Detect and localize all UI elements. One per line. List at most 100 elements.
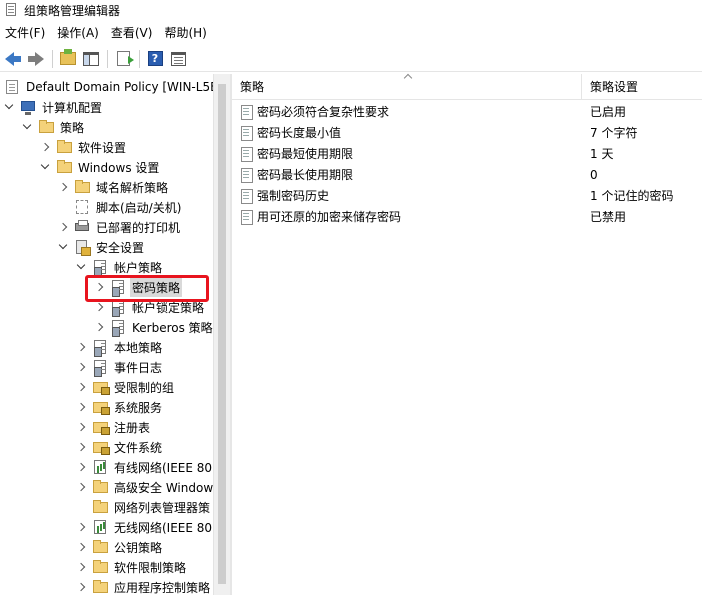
policy-value: 1 个记住的密码: [590, 189, 674, 203]
chevron-right-icon[interactable]: [58, 217, 68, 237]
console-tree-icon: [83, 51, 99, 66]
details-pane: 策略 策略设置 密码必须符合复杂性要求 已启用 密码长度最小值 7 个字符 密码…: [232, 73, 702, 595]
column-header-policy[interactable]: 策略: [232, 73, 582, 100]
toolbar-separator: [52, 49, 53, 68]
locked-folder-icon: [92, 419, 110, 435]
gpo-editor-icon: [4, 3, 18, 17]
folder-icon: [92, 499, 108, 515]
tree-node-label: 域名解析策略: [96, 180, 169, 195]
tree-node-network-list-manager[interactable]: 网络列表管理器策: [76, 497, 212, 517]
tree-node-label: 本地策略: [114, 340, 163, 355]
title-bar: 组策略管理编辑器: [0, 0, 702, 20]
tree-node-local-policies[interactable]: 本地策略: [76, 337, 164, 357]
tree-node-account-policies[interactable]: 帐户策略: [76, 257, 164, 277]
tree-node-label: Default Domain Policy [WIN-L5BI: [26, 80, 213, 94]
chevron-down-icon[interactable]: [76, 257, 86, 277]
chevron-right-icon[interactable]: [76, 357, 86, 377]
forward-button[interactable]: [25, 48, 47, 70]
tree-node-event-log[interactable]: 事件日志: [76, 357, 164, 377]
folder-icon: [56, 139, 72, 155]
tree-node-label: 应用程序控制策略: [114, 580, 211, 595]
chevron-right-icon[interactable]: [76, 417, 86, 437]
chevron-right-icon[interactable]: [76, 577, 86, 595]
chevron-right-icon[interactable]: [76, 517, 86, 537]
chevron-right-icon[interactable]: [76, 437, 86, 457]
toolbar-separator: [139, 49, 140, 68]
tree-node-system-services[interactable]: 系统服务: [76, 397, 164, 417]
tree-node-registry[interactable]: 注册表: [76, 417, 152, 437]
tree-node-label: 计算机配置: [42, 100, 103, 115]
policy-icon: [92, 339, 108, 357]
tree-node-label: 有线网络(IEEE 80: [114, 460, 213, 475]
menu-file[interactable]: 文件(F): [0, 23, 51, 43]
tree-node-label: 无线网络(IEEE 80: [114, 520, 213, 535]
policy-row[interactable]: 密码必须符合复杂性要求 已启用: [232, 101, 702, 122]
chevron-right-icon[interactable]: [76, 477, 86, 497]
chevron-right-icon[interactable]: [40, 137, 50, 157]
tree-node-name-resolution[interactable]: 域名解析策略: [58, 177, 170, 197]
policy-name: 用可还原的加密来储存密码: [257, 210, 402, 224]
locked-folder-icon: [92, 439, 110, 455]
tree-node-software-restriction[interactable]: 软件限制策略: [76, 557, 188, 577]
help-button[interactable]: ?: [144, 48, 166, 70]
chevron-down-icon[interactable]: [4, 97, 14, 117]
tree-node-policies[interactable]: 策略: [22, 117, 86, 137]
tree-node-advanced-firewall[interactable]: 高级安全 Window: [76, 477, 213, 497]
tree-scrollbar[interactable]: [213, 74, 230, 595]
show-hide-tree-button[interactable]: [80, 48, 102, 70]
chevron-right-icon[interactable]: [94, 317, 104, 337]
chevron-right-icon[interactable]: [76, 557, 86, 577]
tree-node-file-system[interactable]: 文件系统: [76, 437, 164, 457]
policy-icon: [92, 259, 108, 277]
chevron-right-icon[interactable]: [76, 397, 86, 417]
tree-node-label: 帐户策略: [114, 260, 163, 275]
tree-node-gpo-root[interactable]: Default Domain Policy [WIN-L5BI: [4, 77, 213, 97]
chevron-right-icon[interactable]: [76, 337, 86, 357]
tree-node-scripts[interactable]: 脚本(启动/关机): [58, 197, 183, 217]
security-icon: [74, 239, 91, 256]
policy-row[interactable]: 密码最长使用期限 0: [232, 164, 702, 185]
chevron-down-icon[interactable]: [58, 237, 68, 257]
printer-icon: [74, 219, 90, 235]
tree-node-computer-config[interactable]: 计算机配置: [4, 97, 104, 117]
network-icon: [92, 459, 108, 475]
tree-node-public-key[interactable]: 公钥策略: [76, 537, 164, 557]
tree-node-label: Kerberos 策略: [132, 320, 213, 335]
tree-node-printers[interactable]: 已部署的打印机: [58, 217, 182, 237]
back-button[interactable]: [2, 48, 24, 70]
tree-node-software-settings[interactable]: 软件设置: [40, 137, 128, 157]
policy-value: 7 个字符: [590, 126, 638, 140]
computer-icon: [20, 99, 36, 115]
tree-node-wireless-network[interactable]: 无线网络(IEEE 80: [76, 517, 213, 537]
up-one-level-button[interactable]: [57, 48, 79, 70]
chevron-down-icon[interactable]: [22, 117, 32, 137]
tree-node-app-control[interactable]: 应用程序控制策略: [76, 577, 212, 595]
tree-node-kerberos[interactable]: Kerberos 策略: [94, 317, 213, 337]
scrollbar-thumb[interactable]: [218, 84, 226, 584]
folder-icon: [92, 539, 108, 555]
export-list-button[interactable]: [112, 48, 134, 70]
menu-view[interactable]: 查看(V): [105, 23, 159, 43]
policy-row[interactable]: 密码最短使用期限 1 天: [232, 143, 702, 164]
chevron-right-icon[interactable]: [76, 377, 86, 397]
tree-node-wired-network[interactable]: 有线网络(IEEE 80: [76, 457, 213, 477]
folder-icon: [56, 159, 72, 175]
gpo-document-icon: [4, 79, 20, 95]
tree-node-restricted-groups[interactable]: 受限制的组: [76, 377, 176, 397]
tree-node-security-settings[interactable]: 安全设置: [58, 237, 146, 257]
column-header-setting[interactable]: 策略设置: [582, 74, 702, 100]
menu-action[interactable]: 操作(A): [51, 23, 105, 43]
tree-node-windows-settings[interactable]: Windows 设置: [40, 157, 161, 177]
folder-icon: [74, 179, 90, 195]
chevron-right-icon[interactable]: [76, 457, 86, 477]
chevron-right-icon[interactable]: [76, 537, 86, 557]
properties-button[interactable]: [167, 48, 189, 70]
policy-setting-icon: [240, 188, 254, 204]
policy-row[interactable]: 密码长度最小值 7 个字符: [232, 122, 702, 143]
policy-row[interactable]: 用可还原的加密来储存密码 已禁用: [232, 206, 702, 227]
chevron-right-icon[interactable]: [58, 177, 68, 197]
policy-value: 1 天: [590, 147, 614, 161]
policy-row[interactable]: 强制密码历史 1 个记住的密码: [232, 185, 702, 206]
menu-help[interactable]: 帮助(H): [158, 23, 212, 43]
chevron-down-icon[interactable]: [40, 157, 50, 177]
